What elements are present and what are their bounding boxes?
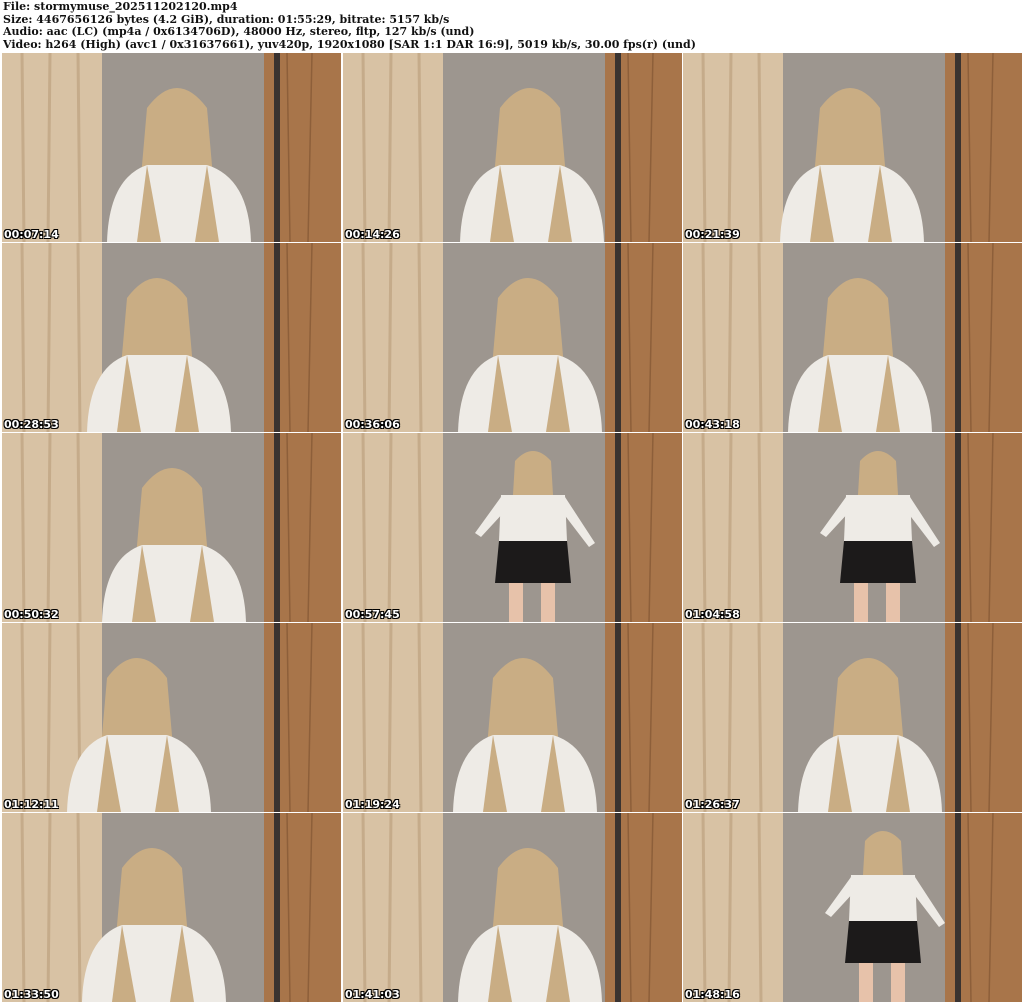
thumbnail-scene [343, 53, 682, 242]
thumbnail-scene [2, 243, 341, 432]
timestamp-label: 00:21:39 [685, 228, 740, 241]
video-thumbnail: 01:04:58 [683, 433, 1022, 622]
thumbnail-scene [683, 623, 1022, 812]
timestamp-label: 00:50:32 [4, 608, 59, 621]
thumbnail-scene [683, 433, 1022, 622]
thumbnail-scene [683, 243, 1022, 432]
thumbnail-grid: 00:07:14 00:14:26 00:21:39 00:28:53 00:3… [2, 53, 1022, 1002]
thumbnail-scene [343, 813, 682, 1002]
file-name-line: File: stormymuse_202511202120.mp4 [3, 0, 238, 13]
timestamp-label: 00:07:14 [4, 228, 59, 241]
timestamp-label: 00:36:06 [345, 418, 400, 431]
video-thumbnail: 01:19:24 [343, 623, 682, 812]
video-thumbnail: 00:57:45 [343, 433, 682, 622]
thumbnail-scene [343, 243, 682, 432]
thumbnail-scene [343, 623, 682, 812]
timestamp-label: 01:04:58 [685, 608, 740, 621]
video-info-line: Video: h264 (High) (avc1 / 0x31637661), … [3, 37, 696, 51]
thumbnail-scene [2, 53, 341, 242]
video-thumbnail: 01:41:03 [343, 813, 682, 1002]
video-thumbnail: 00:07:14 [2, 53, 341, 242]
timestamp-label: 01:48:16 [685, 988, 740, 1001]
timestamp-label: 01:26:37 [685, 798, 740, 811]
video-thumbnail: 00:36:06 [343, 243, 682, 432]
timestamp-label: 00:28:53 [4, 418, 59, 431]
file-info-header: File: stormymuse_202511202120.mp4 Size: … [3, 0, 1021, 51]
timestamp-label: 01:19:24 [345, 798, 400, 811]
video-thumbnail: 00:21:39 [683, 53, 1022, 242]
video-thumbnail: 01:33:50 [2, 813, 341, 1002]
video-thumbnail: 00:50:32 [2, 433, 341, 622]
thumbnail-scene [683, 53, 1022, 242]
thumbnail-scene [2, 623, 341, 812]
timestamp-label: 00:43:18 [685, 418, 740, 431]
thumbnail-scene [2, 813, 341, 1002]
video-thumbnail: 00:43:18 [683, 243, 1022, 432]
timestamp-label: 01:41:03 [345, 988, 400, 1001]
video-thumbnail: 00:14:26 [343, 53, 682, 242]
thumbnail-scene [343, 433, 682, 622]
timestamp-label: 00:14:26 [345, 228, 400, 241]
thumbnail-scene [2, 433, 341, 622]
audio-info-line: Audio: aac (LC) (mp4a / 0x6134706D), 480… [3, 25, 475, 38]
video-thumbnail: 01:48:16 [683, 813, 1022, 1002]
video-thumbnail: 01:12:11 [2, 623, 341, 812]
video-thumbnail: 00:28:53 [2, 243, 341, 432]
timestamp-label: 00:57:45 [345, 608, 400, 621]
timestamp-label: 01:12:11 [4, 798, 59, 811]
timestamp-label: 01:33:50 [4, 988, 59, 1001]
thumbnail-scene [683, 813, 1022, 1002]
video-thumbnail: 01:26:37 [683, 623, 1022, 812]
